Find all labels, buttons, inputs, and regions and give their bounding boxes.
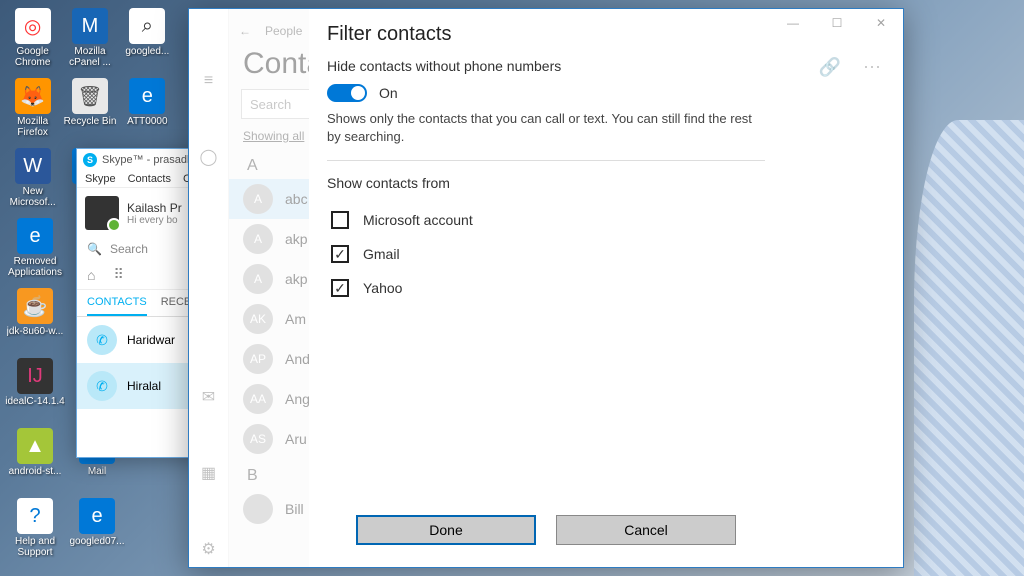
home-icon[interactable]: ⌂ <box>87 267 95 283</box>
skype-menu-item[interactable]: Skype <box>85 173 116 185</box>
contact-name: And <box>285 351 310 367</box>
person-icon[interactable]: ◯ <box>189 139 229 175</box>
search-placeholder: Search <box>110 242 148 256</box>
hide-contacts-label: Hide contacts without phone numbers <box>327 58 765 74</box>
cancel-button[interactable]: Cancel <box>556 515 736 545</box>
done-button[interactable]: Done <box>356 515 536 545</box>
contact-name: Aru <box>285 431 307 447</box>
desktop-icon[interactable]: MMozilla cPanel ... <box>61 4 118 74</box>
avatar: AP <box>243 344 273 374</box>
hide-contacts-description: Shows only the contacts that you can cal… <box>327 110 765 161</box>
close-button[interactable]: ✕ <box>859 9 903 37</box>
contact-name: Am <box>285 311 306 327</box>
background-person <box>914 120 1024 576</box>
link-icon[interactable]: 🔗 <box>819 57 841 78</box>
search-placeholder: Search <box>250 97 291 112</box>
phone-icon: ✆ <box>87 371 117 401</box>
skype-menu-item[interactable]: Contacts <box>128 173 171 185</box>
contact-name: Ang <box>285 391 310 407</box>
settings-icon[interactable]: ⚙ <box>189 531 229 567</box>
search-icon: 🔍 <box>87 242 102 256</box>
calendar-icon[interactable]: ▦ <box>189 455 229 491</box>
account-checkbox-row[interactable]: ✓ Yahoo <box>327 271 765 305</box>
checkbox[interactable]: ✓ <box>331 279 349 297</box>
avatar <box>243 494 273 524</box>
maximize-button[interactable]: ☐ <box>815 9 859 37</box>
desktop-icon[interactable]: eRemoved Applications <box>4 214 66 284</box>
back-button[interactable]: ← <box>239 24 251 38</box>
hide-contacts-toggle[interactable] <box>327 84 367 102</box>
avatar: A <box>243 224 273 254</box>
filter-contacts-dialog: Filter contacts Hide contacts without ph… <box>309 8 783 568</box>
account-checkbox-row[interactable]: ✓ Gmail <box>327 237 765 271</box>
skype-title-text: Skype™ - prasadka <box>102 154 199 166</box>
window-controls: — ☐ ✕ <box>771 9 903 37</box>
people-nav-rail: ≡ ◯ ✉ ▦ ⚙ <box>189 9 229 567</box>
show-from-label: Show contacts from <box>327 175 765 191</box>
mail-icon[interactable]: ✉ <box>189 379 229 415</box>
desktop-icon[interactable]: egoogled07... <box>66 494 128 564</box>
avatar <box>85 196 119 230</box>
desktop-icon[interactable]: ▲android-st... <box>4 424 66 494</box>
desktop-icon[interactable]: ◎Google Chrome <box>4 4 61 74</box>
desktop-icon[interactable]: IJidealC-14.1.4 <box>4 354 66 424</box>
account-label: Microsoft account <box>363 212 473 228</box>
desktop-icon[interactable]: ☕jdk-8u60-w... <box>4 284 66 354</box>
self-name: Kailash Pr <box>127 201 182 215</box>
checkbox[interactable]: ✓ <box>331 245 349 263</box>
dialog-title: Filter contacts <box>309 9 783 58</box>
contact-name: Hiralal <box>127 379 161 393</box>
more-icon[interactable]: ⋯ <box>863 57 881 78</box>
account-checkbox-row[interactable]: Microsoft account <box>327 203 765 237</box>
contact-name: akp <box>285 271 308 287</box>
desktop-icon[interactable]: 🗑Recycle Bin <box>61 74 118 144</box>
phone-icon: ✆ <box>87 325 117 355</box>
self-status: Hi every bo <box>127 215 182 226</box>
checkbox[interactable] <box>331 211 349 229</box>
avatar: AS <box>243 424 273 454</box>
tab-contacts[interactable]: CONTACTS <box>87 296 147 316</box>
account-label: Gmail <box>363 246 400 262</box>
account-label: Yahoo <box>363 280 402 296</box>
skype-icon: S <box>83 153 97 167</box>
desktop-icon[interactable]: 🦊Mozilla Firefox <box>4 74 61 144</box>
contact-name: akp <box>285 231 308 247</box>
desktop-icon[interactable]: ?Help and Support <box>4 494 66 564</box>
tab-recent[interactable]: RECE <box>161 296 192 316</box>
toggle-state: On <box>379 85 398 101</box>
desktop-icon[interactable]: ⌕googled... <box>119 4 176 74</box>
desktop-icon[interactable]: WNew Microsof... <box>4 144 61 214</box>
contact-name: Haridwar <box>127 333 175 347</box>
desktop-icon[interactable]: eATT0000 <box>119 74 176 144</box>
avatar: A <box>243 264 273 294</box>
contact-name: abc <box>285 191 308 207</box>
hamburger-icon[interactable]: ≡ <box>189 63 229 99</box>
contact-name: Bill <box>285 501 304 517</box>
avatar: A <box>243 184 273 214</box>
avatar: AA <box>243 384 273 414</box>
dialpad-icon[interactable]: ⠿ <box>113 266 123 283</box>
avatar: AK <box>243 304 273 334</box>
header-label: People <box>265 24 302 38</box>
